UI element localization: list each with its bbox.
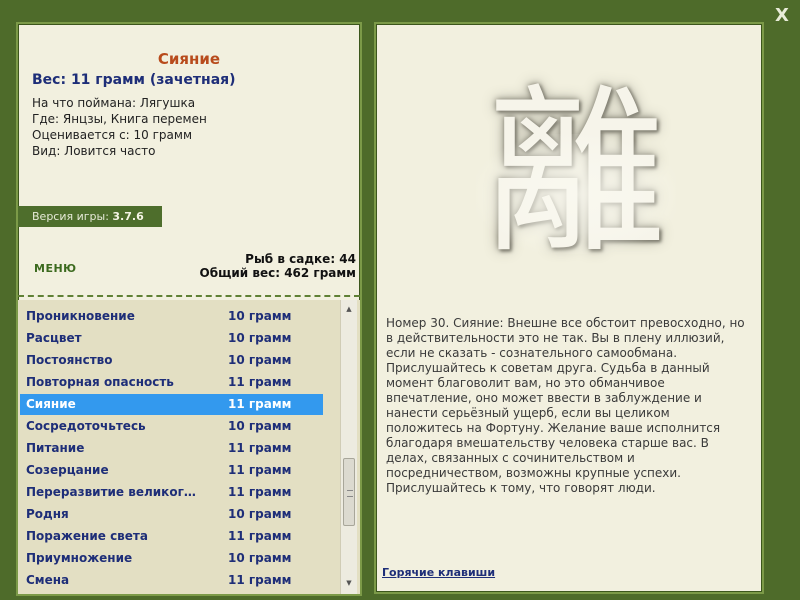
fish-bait: На что поймана: Лягушка xyxy=(32,96,196,110)
fish-list-name: Созерцание xyxy=(26,463,109,477)
fish-min-weight: Оценивается с: 10 грамм xyxy=(32,128,192,142)
fish-list-row[interactable]: Расцвет 10 грамм xyxy=(20,328,323,349)
fish-list-row[interactable]: Постоянство 10 грамм xyxy=(20,350,323,371)
list-scrollbar[interactable]: ▲ ▼ xyxy=(340,300,357,594)
fish-list-row[interactable]: Приумножение 10 грамм xyxy=(20,548,323,569)
fish-list: Смена 11 грамм Приумножение 10 грамм Поражен… xyxy=(18,300,360,594)
fish-list-name: Сосредоточьтесь xyxy=(26,419,146,433)
fish-list-name: Питание xyxy=(26,441,85,455)
fish-list-name: Приумножение xyxy=(26,551,133,565)
fish-list-row[interactable]: Родня 10 грамм xyxy=(20,504,323,525)
fish-list-name: Смена xyxy=(26,573,70,587)
fish-list-row[interactable]: Питание 11 грамм xyxy=(20,438,323,459)
fish-in-cage: Рыб в садке: 44 xyxy=(245,252,356,266)
fish-list-name: Переразвитие великог… xyxy=(26,485,196,499)
right-panel: 離 Номер 30. Сияние: Внешне все обстоит п… xyxy=(374,22,764,594)
fish-list-row[interactable]: Созерцание 11 грамм xyxy=(20,460,323,481)
total-weight: Общий вес: 462 грамм xyxy=(199,266,356,280)
fish-frequency: Вид: Ловится часто xyxy=(32,144,156,158)
fish-list-weight: 10 грамм xyxy=(228,507,292,521)
fish-list-name: Проникновение xyxy=(26,309,135,323)
dashed-divider xyxy=(18,295,360,297)
fish-list-row[interactable]: Переразвитие великог… 11 грамм xyxy=(20,482,323,503)
fish-list-row[interactable]: Поражение света 11 грамм xyxy=(20,526,323,547)
fish-list-row[interactable]: Повторная опасность 11 грамм xyxy=(20,372,323,393)
hotkeys-link[interactable]: Горячие клавиши xyxy=(382,566,495,579)
left-panel: Сияние Вес: 11 грамм (зачетная) На что п… xyxy=(16,22,362,596)
fish-list-weight: 11 грамм xyxy=(228,485,292,499)
fish-list-row[interactable]: Сосредоточьтесь 10 грамм xyxy=(20,416,323,437)
fish-list-row[interactable]: Проникновение 10 грамм xyxy=(20,306,323,327)
reading-text: Номер 30. Сияние: Внешне все обстоит пре… xyxy=(386,316,745,495)
fish-list-weight: 10 грамм xyxy=(228,419,292,433)
grip-icon xyxy=(347,490,353,497)
fish-list-weight: 10 грамм xyxy=(228,353,292,367)
menu-button[interactable]: МЕНЮ xyxy=(34,262,77,275)
hexagram-image: 離 xyxy=(456,54,696,294)
mist-overlay xyxy=(476,134,676,254)
scroll-up-arrow-icon[interactable]: ▲ xyxy=(341,302,357,316)
fish-list-weight: 11 грамм xyxy=(228,463,292,477)
fish-list-name: Повторная опасность xyxy=(26,375,174,389)
fish-list-name: Постоянство xyxy=(26,353,113,367)
fish-list-weight: 11 грамм xyxy=(228,529,292,543)
close-icon[interactable]: X xyxy=(772,6,792,26)
fish-list-name: Расцвет xyxy=(26,331,82,345)
fish-list-weight: 10 грамм xyxy=(228,331,292,345)
fish-list-row[interactable]: Смена 11 грамм xyxy=(20,570,323,591)
scroll-down-arrow-icon[interactable]: ▼ xyxy=(341,576,357,590)
fish-location: Где: Янцзы, Книга перемен xyxy=(32,112,207,126)
fish-list-row[interactable]: Сияние 11 грамм xyxy=(20,394,323,415)
fish-list-name: Поражение света xyxy=(26,529,148,543)
fish-weight: Вес: 11 грамм (зачетная) xyxy=(32,72,236,88)
fish-list-weight: 11 грамм xyxy=(228,441,292,455)
version-label: Версия игры: xyxy=(32,210,113,223)
scroll-thumb[interactable] xyxy=(343,458,355,526)
fish-list-weight: 10 грамм xyxy=(228,551,292,565)
fish-list-weight: 10 грамм xyxy=(228,309,292,323)
version-badge: Версия игры: 3.7.6 xyxy=(18,206,162,227)
fish-list-name: Сияние xyxy=(26,397,76,411)
fish-list-weight: 11 грамм xyxy=(228,397,292,411)
fish-list-weight: 11 грамм xyxy=(228,375,292,389)
fish-list-weight: 11 грамм xyxy=(228,573,292,587)
fish-list-name: Родня xyxy=(26,507,69,521)
catch-stats: Рыб в садке: 44 Общий вес: 462 грамм xyxy=(200,252,356,280)
fish-title: Сияние xyxy=(157,50,221,68)
version-number: 3.7.6 xyxy=(112,210,144,223)
